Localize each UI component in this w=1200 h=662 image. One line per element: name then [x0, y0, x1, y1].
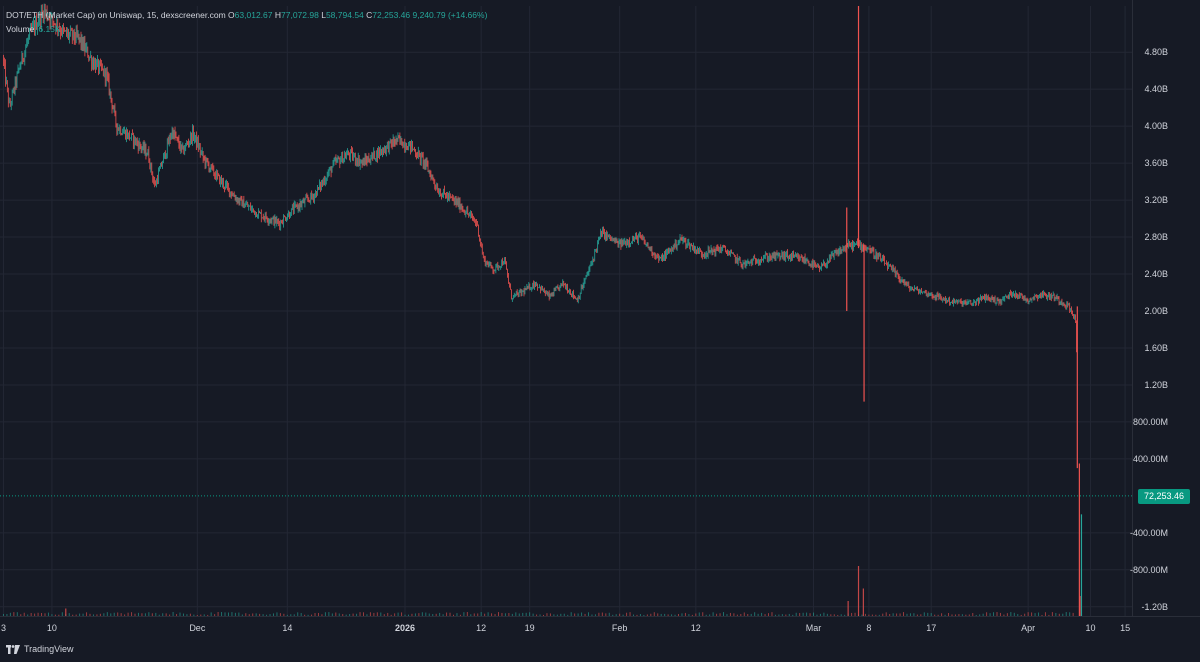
y-tick-label: 2.00B [1144, 306, 1168, 316]
legend-high-value: 77,072.98 [281, 10, 319, 20]
x-tick-label: 19 [525, 623, 535, 633]
y-tick-label: 2.40B [1144, 269, 1168, 279]
x-tick-label: 3 [1, 623, 6, 633]
legend-change: 9,240.79 (+14.66%) [412, 10, 488, 20]
y-tick-label: 4.00B [1144, 121, 1168, 131]
volume-legend: Volume 6.15K [6, 24, 61, 34]
x-tick-label: Apr [1021, 623, 1035, 633]
last-price-tag: 72,253.46 [1138, 489, 1190, 504]
y-tick-label: 4.40B [1144, 84, 1168, 94]
legend-low-value: 58,794.54 [325, 10, 364, 20]
y-tick-label: -400.00M [1130, 528, 1168, 538]
y-tick-label: 1.20B [1144, 380, 1168, 390]
volume-label: Volume [6, 24, 35, 34]
x-tick-label: 8 [866, 623, 871, 633]
legend-close-value: 72,253.46 [372, 10, 411, 20]
price-chart[interactable]: 4.80B 4.40B 4.00B 3.60B 3.20B 2.80B 2.40B 2.00B… [0, 0, 1200, 662]
y-tick-label: -1.20B [1141, 602, 1168, 612]
y-tick-label: 800.00M [1133, 417, 1168, 427]
x-tick-label: 10 [47, 623, 57, 633]
y-tick-label: 3.20B [1144, 195, 1168, 205]
chart-background [0, 0, 1200, 662]
chart-legend: DOT/ETH (Market Cap) on Uniswap, 15, dex… [6, 10, 487, 20]
x-tick-label: 12 [691, 623, 701, 633]
x-tick-label: 12 [476, 623, 486, 633]
x-tick-label: 15 [1120, 623, 1130, 633]
tradingview-logo-icon [6, 644, 20, 654]
x-tick-label: Mar [806, 623, 822, 633]
footer-bar [0, 638, 1200, 662]
legend-open-label: O [228, 10, 235, 20]
x-tick-label: 17 [926, 623, 936, 633]
y-tick-label: 1.60B [1144, 343, 1168, 353]
x-tick-label: 10 [1085, 623, 1095, 633]
y-tick-label: 2.80B [1144, 232, 1168, 242]
x-tick-label: Dec [189, 623, 206, 633]
legend-symbol: DOT/ETH (Market Cap) on Uniswap, 15, dex… [6, 10, 226, 20]
x-tick-label: 2026 [395, 623, 415, 633]
tradingview-brand[interactable]: TradingView [6, 644, 74, 654]
y-tick-label: 400.00M [1133, 454, 1168, 464]
legend-open-value: 63,012.67 [234, 10, 273, 20]
y-tick-label: 4.80B [1144, 47, 1168, 57]
x-tick-label: 14 [282, 623, 292, 633]
x-tick-label: Feb [612, 623, 628, 633]
y-tick-label: 3.60B [1144, 158, 1168, 168]
brand-name: TradingView [24, 644, 74, 654]
volume-value: 6.15K [38, 24, 61, 34]
y-tick-label: -800.00M [1130, 565, 1168, 575]
